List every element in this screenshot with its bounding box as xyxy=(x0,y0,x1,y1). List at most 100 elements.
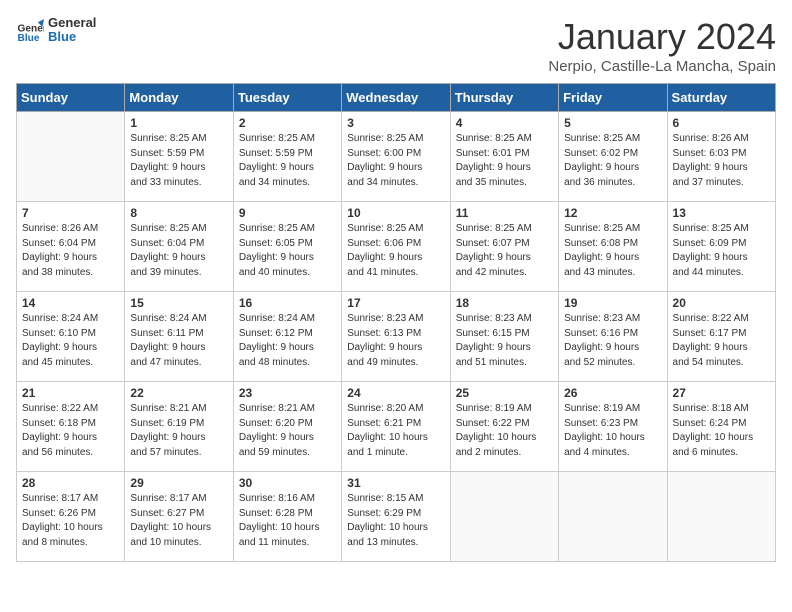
day-number: 12 xyxy=(564,206,661,220)
day-number: 9 xyxy=(239,206,336,220)
calendar-title: January 2024 xyxy=(548,16,776,58)
calendar-cell: 26Sunrise: 8:19 AM Sunset: 6:23 PM Dayli… xyxy=(559,382,667,472)
calendar-cell: 24 Sunrise: 8:20 AM Sunset: 6:21 PM Dayli… xyxy=(342,382,450,472)
day-info: Sunrise: 8:25 AM Sunset: 6:07 PM Dayligh… xyxy=(456,222,553,280)
calendar-cell: 12 Sunrise: 8:25 AM Sunset: 6:08 PM Dayli… xyxy=(559,202,667,292)
day-number: 8 xyxy=(130,206,227,220)
day-info: Sunrise: 8:25 AM Sunset: 6:09 PM Dayligh… xyxy=(673,222,770,280)
day-number: 10 xyxy=(347,206,444,220)
day-number: 14 xyxy=(22,296,119,310)
day-info: Sunrise: 8:25 AM Sunset: 6:06 PM Dayligh… xyxy=(347,222,444,280)
day-header-wednesday: Wednesday xyxy=(342,84,450,112)
day-info: Sunrise: 8:25 AM Sunset: 6:02 PM Dayligh… xyxy=(564,132,661,190)
title-area: January 2024 Nerpio, Castille-La Mancha,… xyxy=(548,16,776,75)
calendar-cell: 27Sunrise: 8:18 AM Sunset: 6:24 PM Dayli… xyxy=(667,382,775,472)
calendar-cell: 15 Sunrise: 8:24 AM Sunset: 6:11 PM Dayli… xyxy=(125,292,233,382)
calendar-cell xyxy=(559,472,667,562)
calendar-cell: 6 Sunrise: 8:26 AM Sunset: 6:03 PM Daylig… xyxy=(667,112,775,202)
calendar-cell: 13 Sunrise: 8:25 AM Sunset: 6:09 PM Dayli… xyxy=(667,202,775,292)
day-number: 31 xyxy=(347,476,444,490)
day-info: Sunrise: 8:26 AM Sunset: 6:03 PM Dayligh… xyxy=(673,132,770,190)
week-row-1: 1 Sunrise: 8:25 AM Sunset: 5:59 PM Daylig… xyxy=(17,112,776,202)
day-number: 11 xyxy=(456,206,553,220)
day-info: Sunrise: 8:25 AM Sunset: 6:05 PM Dayligh… xyxy=(239,222,336,280)
day-number: 30 xyxy=(239,476,336,490)
day-number: 21 xyxy=(22,386,119,400)
day-number: 23 xyxy=(239,386,336,400)
day-info: Sunrise: 8:25 AM Sunset: 5:59 PM Dayligh… xyxy=(239,132,336,190)
day-info: Sunrise: 8:23 AM Sunset: 6:16 PM Dayligh… xyxy=(564,312,661,370)
day-number: 6 xyxy=(673,116,770,130)
day-info: Sunrise: 8:21 AM Sunset: 6:20 PM Dayligh… xyxy=(239,402,336,460)
day-number: 22 xyxy=(130,386,227,400)
calendar-cell: 8 Sunrise: 8:25 AM Sunset: 6:04 PM Daylig… xyxy=(125,202,233,292)
day-info: Sunrise: 8:24 AM Sunset: 6:10 PM Dayligh… xyxy=(22,312,119,370)
calendar-cell: 10 Sunrise: 8:25 AM Sunset: 6:06 PM Dayli… xyxy=(342,202,450,292)
day-number: 17 xyxy=(347,296,444,310)
calendar-cell: 21 Sunrise: 8:22 AM Sunset: 6:18 PM Dayli… xyxy=(17,382,125,472)
day-number: 19 xyxy=(564,296,661,310)
calendar-cell xyxy=(450,472,558,562)
day-info: Sunrise: 8:25 AM Sunset: 6:08 PM Dayligh… xyxy=(564,222,661,280)
day-number: 24 xyxy=(347,386,444,400)
day-header-friday: Friday xyxy=(559,84,667,112)
calendar-body: 1 Sunrise: 8:25 AM Sunset: 5:59 PM Daylig… xyxy=(17,112,776,562)
day-number: 28 xyxy=(22,476,119,490)
calendar-cell: 9 Sunrise: 8:25 AM Sunset: 6:05 PM Daylig… xyxy=(233,202,341,292)
day-number: 13 xyxy=(673,206,770,220)
day-number: 29 xyxy=(130,476,227,490)
calendar-cell: 14 Sunrise: 8:24 AM Sunset: 6:10 PM Dayli… xyxy=(17,292,125,382)
calendar-cell xyxy=(17,112,125,202)
day-number: 7 xyxy=(22,206,119,220)
day-number: 2 xyxy=(239,116,336,130)
day-number: 3 xyxy=(347,116,444,130)
day-info: Sunrise: 8:15 AM Sunset: 6:29 PM Dayligh… xyxy=(347,492,444,550)
calendar-cell xyxy=(667,472,775,562)
week-row-5: 28 Sunrise: 8:17 AM Sunset: 6:26 PM Dayli… xyxy=(17,472,776,562)
day-info: Sunrise: 8:23 AM Sunset: 6:13 PM Dayligh… xyxy=(347,312,444,370)
day-number: 1 xyxy=(130,116,227,130)
calendar-cell: 28 Sunrise: 8:17 AM Sunset: 6:26 PM Dayli… xyxy=(17,472,125,562)
day-info: Sunrise: 8:24 AM Sunset: 6:12 PM Dayligh… xyxy=(239,312,336,370)
calendar-cell: 4 Sunrise: 8:25 AM Sunset: 6:01 PM Daylig… xyxy=(450,112,558,202)
day-number: 4 xyxy=(456,116,553,130)
day-info: Sunrise: 8:25 AM Sunset: 5:59 PM Dayligh… xyxy=(130,132,227,190)
day-number: 16 xyxy=(239,296,336,310)
week-row-2: 7Sunrise: 8:26 AM Sunset: 6:04 PM Daylig… xyxy=(17,202,776,292)
day-number: 18 xyxy=(456,296,553,310)
calendar-cell: 17 Sunrise: 8:23 AM Sunset: 6:13 PM Dayli… xyxy=(342,292,450,382)
calendar-cell: 2 Sunrise: 8:25 AM Sunset: 5:59 PM Daylig… xyxy=(233,112,341,202)
day-info: Sunrise: 8:25 AM Sunset: 6:01 PM Dayligh… xyxy=(456,132,553,190)
calendar-cell: 16 Sunrise: 8:24 AM Sunset: 6:12 PM Dayli… xyxy=(233,292,341,382)
day-info: Sunrise: 8:17 AM Sunset: 6:26 PM Dayligh… xyxy=(22,492,119,550)
day-info: Sunrise: 8:23 AM Sunset: 6:15 PM Dayligh… xyxy=(456,312,553,370)
day-header-thursday: Thursday xyxy=(450,84,558,112)
day-info: Sunrise: 8:18 AM Sunset: 6:24 PM Dayligh… xyxy=(673,402,770,460)
day-info: Sunrise: 8:22 AM Sunset: 6:17 PM Dayligh… xyxy=(673,312,770,370)
day-info: Sunrise: 8:21 AM Sunset: 6:19 PM Dayligh… xyxy=(130,402,227,460)
day-number: 5 xyxy=(564,116,661,130)
day-info: Sunrise: 8:17 AM Sunset: 6:27 PM Dayligh… xyxy=(130,492,227,550)
svg-text:Blue: Blue xyxy=(18,33,40,44)
day-info: Sunrise: 8:24 AM Sunset: 6:11 PM Dayligh… xyxy=(130,312,227,370)
calendar-cell: 19 Sunrise: 8:23 AM Sunset: 6:16 PM Dayli… xyxy=(559,292,667,382)
calendar-cell: 31 Sunrise: 8:15 AM Sunset: 6:29 PM Dayli… xyxy=(342,472,450,562)
day-header-sunday: Sunday xyxy=(17,84,125,112)
calendar-cell: 29 Sunrise: 8:17 AM Sunset: 6:27 PM Dayli… xyxy=(125,472,233,562)
calendar-cell: 20 Sunrise: 8:22 AM Sunset: 6:17 PM Dayli… xyxy=(667,292,775,382)
page-header: General Blue General Blue January 2024 N… xyxy=(16,16,776,75)
day-number: 15 xyxy=(130,296,227,310)
logo-icon: General Blue xyxy=(16,16,44,44)
calendar-cell: 11 Sunrise: 8:25 AM Sunset: 6:07 PM Dayli… xyxy=(450,202,558,292)
day-info: Sunrise: 8:16 AM Sunset: 6:28 PM Dayligh… xyxy=(239,492,336,550)
calendar-cell: 23 Sunrise: 8:21 AM Sunset: 6:20 PM Dayli… xyxy=(233,382,341,472)
week-row-3: 14 Sunrise: 8:24 AM Sunset: 6:10 PM Dayli… xyxy=(17,292,776,382)
day-info: Sunrise: 8:22 AM Sunset: 6:18 PM Dayligh… xyxy=(22,402,119,460)
day-info: Sunrise: 8:25 AM Sunset: 6:04 PM Dayligh… xyxy=(130,222,227,280)
day-number: 20 xyxy=(673,296,770,310)
calendar-cell: 18 Sunrise: 8:23 AM Sunset: 6:15 PM Dayli… xyxy=(450,292,558,382)
calendar-header-row: SundayMondayTuesdayWednesdayThursdayFrid… xyxy=(17,84,776,112)
calendar-cell: 22 Sunrise: 8:21 AM Sunset: 6:19 PM Dayli… xyxy=(125,382,233,472)
day-info: Sunrise: 8:20 AM Sunset: 6:21 PM Dayligh… xyxy=(347,402,444,460)
logo-blue: Blue xyxy=(48,30,96,44)
